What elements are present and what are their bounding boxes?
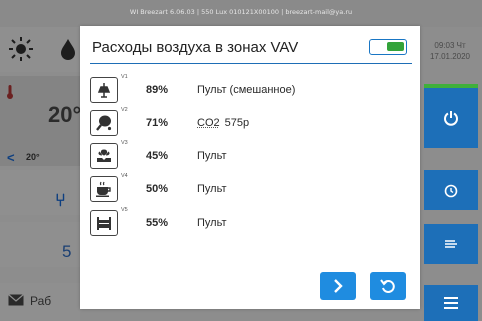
zone-row-v1[interactable]: V1 89% Пульт (смешанное) [90,74,410,107]
temperature-setpoint: 20° [26,152,40,162]
zone-airflow-percent: 45% [146,150,169,162]
zone-airflow-percent: 55% [146,217,169,229]
zone-mode-text: Пульт (смешанное) [197,84,296,96]
plant-hand-icon[interactable] [90,143,118,169]
zone-tag: V2 [121,107,128,113]
airflow-icon [445,240,457,248]
date-time: 09:03 Чт 17.01.2020 [418,40,482,62]
zone-sensor-value: 575p [224,117,250,129]
alarm-button[interactable] [424,170,478,210]
sun-icon [9,37,33,61]
zone-control-mode: Пульт [197,217,227,229]
zone-control-mode: CO2 575p [197,117,249,129]
zone-tag: V1 [121,74,128,80]
bed-icon[interactable] [90,210,118,236]
zone-tag: V3 [121,140,128,146]
zone-mode-text[interactable]: CO2 [197,117,220,129]
title-divider [90,63,412,64]
alarm-clock-icon [444,184,458,198]
zone-row-v5[interactable]: V5 55% Пульт [90,207,410,240]
power-icon [444,111,458,126]
zone-control-mode: Пульт [197,150,227,162]
zone-row-v4[interactable]: V4 50% Пульт [90,173,410,206]
zone-airflow-percent: 89% [146,84,169,96]
zone-tag: V4 [121,173,128,179]
undo-button[interactable] [370,272,406,300]
counter-value: 5 [62,242,72,261]
vav-airflow-dialog: Расходы воздуха в зонах VAV V1 89% Пульт… [80,26,420,309]
vav-enable-toggle[interactable] [369,39,407,55]
zone-row-v3[interactable]: V3 45% Пульт [90,140,410,173]
zone-mode-text: Пульт [197,183,227,195]
status-bar-text: WI Breezart 6.06.03 | 550 Lux 010121X001… [129,8,353,16]
fork-knife-icon: ⑂ [55,190,66,210]
table-tennis-icon[interactable] [90,110,118,136]
zone-mode-text: Пульт [197,217,227,229]
dialog-title: Расходы воздуха в зонах VAV [92,39,299,56]
toggle-on-indicator [387,42,404,51]
status-bar: WI Breezart 6.06.03 | 550 Lux 010121X001… [0,0,482,27]
zone-mode-text: Пульт [197,150,227,162]
undo-icon [380,279,395,293]
humidity-drop-icon [61,39,75,60]
menu-button[interactable] [424,285,478,321]
envelope-icon [8,294,24,306]
date-text: 17.01.2020 [429,52,471,61]
coffee-cup-icon[interactable] [90,176,118,202]
next-button[interactable] [320,272,356,300]
fan-mode-button[interactable] [424,224,478,264]
current-temperature: 20° [48,102,82,127]
chevron-right-icon [334,279,343,293]
zone-airflow-percent: 50% [146,183,169,195]
power-button[interactable] [424,88,478,148]
thermometer-icon [7,85,13,99]
decrease-arrow-icon[interactable]: < [7,150,15,165]
hamburger-menu-icon [444,297,458,309]
zone-control-mode: Пульт (смешанное) [197,84,295,96]
zone-tag: V5 [121,207,128,213]
scene-tile[interactable] [0,170,80,215]
zone-row-v2[interactable]: V2 71% CO2 575p [90,107,410,140]
zone-airflow-percent: 71% [146,117,169,129]
zone-control-mode: Пульт [197,183,227,195]
time-text: 09:03 Чт [434,41,466,50]
mode-label: Раб [30,294,52,308]
ceiling-lamp-icon[interactable] [90,77,118,103]
